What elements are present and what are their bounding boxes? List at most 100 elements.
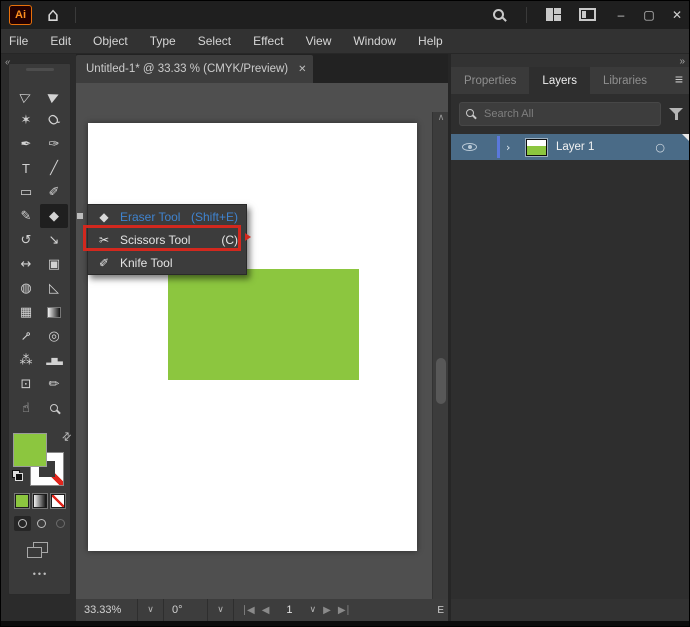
close-button[interactable]: ✕ <box>663 1 689 29</box>
home-icon[interactable]: ⌂ <box>41 3 65 27</box>
menu-view[interactable]: View <box>295 29 343 53</box>
edit-toolbar-ellipsis[interactable]: ••• <box>9 569 72 579</box>
rotation-value[interactable]: 0° <box>164 599 208 621</box>
layer-color-bar <box>497 136 500 158</box>
search-icon[interactable] <box>493 7 504 25</box>
menu-file[interactable]: File <box>9 29 39 53</box>
vertical-scrollbar[interactable]: ∧ ∨ <box>432 112 448 599</box>
canvas[interactable]: ∧ ∨ <box>76 83 448 599</box>
eraser-tool[interactable]: ◆ <box>40 204 68 228</box>
zoom-level-value[interactable]: 33.33% <box>76 599 138 621</box>
perspective-grid-tool[interactable]: ◺ <box>40 276 68 300</box>
draw-normal-button[interactable] <box>14 516 31 531</box>
rotation-dropdown-icon[interactable]: ∨ <box>208 599 234 621</box>
panel-grip[interactable] <box>26 68 54 71</box>
lasso-tool[interactable]: Q <box>40 108 68 132</box>
zoom-tool[interactable] <box>40 396 68 420</box>
column-graph-tool[interactable]: ▂▆▃ <box>40 348 68 372</box>
none-button[interactable] <box>50 493 66 509</box>
curvature-tool[interactable]: ✑ <box>40 132 68 156</box>
mesh-tool[interactable]: ▦ <box>12 300 40 324</box>
divider <box>526 7 527 23</box>
arrange-documents-icon[interactable] <box>579 8 596 21</box>
scrollbar-thumb[interactable] <box>436 358 446 404</box>
menu-help[interactable]: Help <box>407 29 454 53</box>
previous-artboard-icon[interactable]: ◀ <box>262 605 270 616</box>
tab-libraries[interactable]: Libraries <box>590 67 660 94</box>
green-rectangle-object[interactable] <box>168 269 359 380</box>
artboard-dropdown-icon[interactable]: ∨ <box>310 605 317 615</box>
symbol-sprayer-tool[interactable]: ⁂ <box>12 348 40 372</box>
draw-behind-button[interactable] <box>33 516 50 531</box>
layers-search-row <box>459 102 683 126</box>
collapse-panel-icon[interactable]: » <box>679 56 684 67</box>
maximize-button[interactable]: ▢ <box>635 1 663 29</box>
application-bar: Ai ⌂ – ▢ ✕ <box>1 1 689 29</box>
first-artboard-icon[interactable]: ∣◀ <box>242 605 255 616</box>
blend-tool[interactable]: ◎ <box>40 324 68 348</box>
document-tab[interactable]: Untitled-1* @ 33.33 % (CMYK/Preview) ✕ <box>76 55 313 83</box>
flyout-item-knife-tool[interactable]: ✐ Knife Tool <box>88 251 246 274</box>
artboard-number: 1 <box>286 604 293 616</box>
tab-layers[interactable]: Layers <box>529 67 590 94</box>
magic-wand-tool[interactable]: ✶ <box>12 108 40 132</box>
rotate-tool[interactable]: ↺ <box>12 228 40 252</box>
shaper-tool[interactable]: ✎ <box>12 204 40 228</box>
color-mode-buttons <box>14 493 66 509</box>
menu-select[interactable]: Select <box>187 29 242 53</box>
panel-tabs: Properties Layers Libraries <box>451 67 689 94</box>
scale-tool[interactable]: ↘ <box>40 228 68 252</box>
filter-icon[interactable] <box>669 107 683 121</box>
rectangle-tool[interactable]: ▭ <box>12 180 40 204</box>
red-annotation-arrow <box>245 233 251 241</box>
gradient-button[interactable] <box>32 493 48 509</box>
flyout-label: Knife Tool <box>120 255 173 270</box>
width-tool[interactable]: ↔ <box>12 252 40 276</box>
selection-tool[interactable]: ▷ <box>12 84 40 108</box>
last-artboard-icon[interactable]: ▶∣ <box>338 605 351 616</box>
menu-type[interactable]: Type <box>139 29 187 53</box>
minimize-button[interactable]: – <box>607 1 635 29</box>
swap-fill-stroke-icon[interactable]: ⇄ <box>59 429 75 445</box>
close-tab-icon[interactable]: ✕ <box>298 64 306 75</box>
expand-layer-icon[interactable]: › <box>506 141 518 154</box>
line-segment-tool[interactable]: ╱ <box>40 156 68 180</box>
scroll-up-icon[interactable]: ∧ <box>433 113 448 123</box>
panel-menu-icon[interactable]: ≡ <box>675 71 683 87</box>
menu-effect[interactable]: Effect <box>242 29 294 53</box>
menu-edit[interactable]: Edit <box>39 29 82 53</box>
zoom-dropdown-icon[interactable]: ∨ <box>138 599 164 621</box>
left-sidebar: « ▷ ▶ ✶ Q ✒ ✑ T ╱ ▭ ✐ ✎ ◆ ↺ ↘ ↔ ▣ ◍ ◺ ▦ … <box>1 54 76 621</box>
layers-search-input[interactable] <box>459 102 661 126</box>
layer-row[interactable]: › Layer 1 ○ <box>451 134 689 160</box>
layer-thumbnail[interactable] <box>525 137 548 157</box>
search-icon <box>466 109 474 117</box>
direct-selection-tool[interactable]: ▶ <box>40 84 68 108</box>
next-artboard-icon[interactable]: ▶ <box>323 605 331 616</box>
type-tool[interactable]: T <box>12 156 40 180</box>
shape-builder-tool[interactable]: ◍ <box>12 276 40 300</box>
layer-name[interactable]: Layer 1 <box>556 141 594 153</box>
draw-inside-button[interactable] <box>52 516 69 531</box>
pen-tool[interactable]: ✒ <box>12 132 40 156</box>
fill-swatch[interactable] <box>13 433 47 467</box>
workspace-switcher-icon[interactable] <box>546 8 562 21</box>
tab-properties[interactable]: Properties <box>451 67 529 94</box>
free-transform-tool[interactable]: ▣ <box>40 252 68 276</box>
menu-object[interactable]: Object <box>82 29 139 53</box>
layer-target-icon[interactable]: ○ <box>655 141 665 154</box>
color-button[interactable] <box>14 493 30 509</box>
visibility-eye-icon[interactable] <box>462 143 477 151</box>
drawing-mode-buttons <box>14 516 69 531</box>
document-title: Untitled-1* @ 33.33 % (CMYK/Preview) <box>86 63 289 75</box>
eyedropper-tool[interactable]: ⊸ <box>12 324 40 348</box>
slice-tool[interactable]: ✏ <box>40 372 68 396</box>
paintbrush-tool[interactable]: ✐ <box>40 180 68 204</box>
gradient-tool[interactable] <box>40 300 68 324</box>
menu-bar: File Edit Object Type Select Effect View… <box>1 29 689 54</box>
menu-window[interactable]: Window <box>342 29 407 53</box>
default-fill-stroke-icon[interactable] <box>12 470 23 481</box>
artboard-tool[interactable]: ⊡ <box>12 372 40 396</box>
hand-tool[interactable]: ☝ <box>12 396 40 420</box>
change-screen-mode-icon[interactable] <box>27 542 49 559</box>
